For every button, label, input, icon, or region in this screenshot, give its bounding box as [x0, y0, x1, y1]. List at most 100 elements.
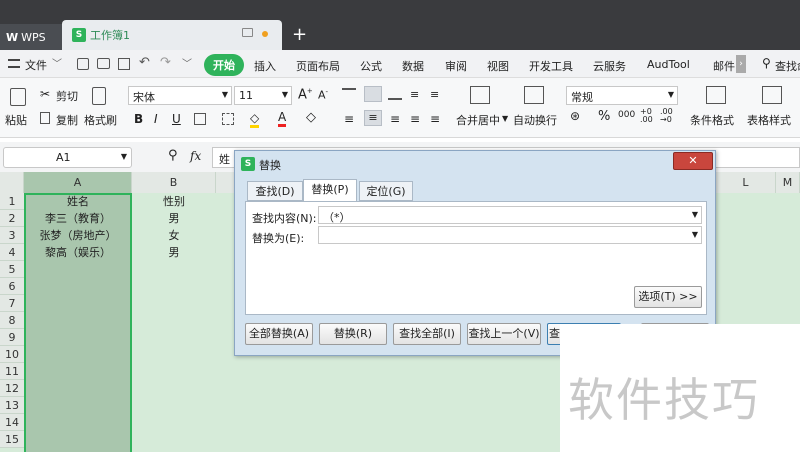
conditional-format-icon[interactable]: [706, 86, 726, 104]
align-bottom-icon[interactable]: [388, 88, 402, 100]
paste-icon[interactable]: [10, 88, 26, 106]
cell-a3[interactable]: 张梦（房地产）: [24, 227, 132, 244]
select-all-corner[interactable]: [0, 172, 24, 193]
align-top-icon[interactable]: [342, 88, 356, 100]
row-header[interactable]: 1: [0, 193, 24, 210]
font-size-select[interactable]: 11 ▼: [234, 86, 292, 105]
copy-button[interactable]: 复制: [56, 112, 78, 128]
font-color-icon[interactable]: A: [278, 110, 287, 127]
tab-goto[interactable]: 定位(G): [359, 181, 413, 201]
underline-icon[interactable]: U: [172, 112, 181, 126]
replace-button[interactable]: 替换(R): [319, 323, 387, 345]
menu-developer[interactable]: 开发工具: [529, 58, 573, 74]
zoom-icon[interactable]: ⚲: [168, 148, 178, 163]
tab-workbook[interactable]: S 工作簿1: [62, 20, 282, 50]
quick-access-chevron-icon[interactable]: ﹀: [182, 55, 192, 70]
wrap-text-button[interactable]: 自动换行: [513, 112, 557, 128]
column-header-m[interactable]: M: [776, 172, 800, 193]
row-header[interactable]: 14: [0, 414, 24, 431]
undo-icon[interactable]: ↶: [139, 55, 150, 70]
find-all-button[interactable]: 查找全部(I): [393, 323, 461, 345]
replace-input[interactable]: ▼: [318, 226, 702, 244]
dialog-close-button[interactable]: ✕: [673, 152, 713, 170]
copy-icon[interactable]: [40, 112, 50, 124]
column-header-a[interactable]: A: [24, 172, 132, 193]
cell-style-icon[interactable]: [222, 113, 234, 125]
thousands-icon[interactable]: 000: [618, 110, 635, 120]
clear-icon[interactable]: ◇: [306, 110, 316, 125]
cell-b3[interactable]: 女: [132, 227, 216, 244]
align-left-icon[interactable]: ≡: [344, 112, 354, 126]
distributed-icon[interactable]: ≡: [430, 112, 440, 126]
wrap-text-icon[interactable]: [524, 86, 544, 104]
print-icon[interactable]: [97, 58, 110, 69]
row-header[interactable]: 11: [0, 363, 24, 380]
cell-a4[interactable]: 黎高（娱乐）: [24, 244, 132, 261]
menu-formula[interactable]: 公式: [360, 58, 382, 74]
italic-icon[interactable]: I: [154, 112, 158, 126]
row-header[interactable]: 2: [0, 210, 24, 227]
align-middle-icon[interactable]: [364, 86, 382, 102]
merge-center-button[interactable]: 合并居中: [456, 112, 500, 128]
row-header[interactable]: 6: [0, 278, 24, 295]
percent-icon[interactable]: %: [598, 109, 610, 124]
file-menu[interactable]: 文件: [25, 57, 47, 73]
paste-button[interactable]: 粘贴: [5, 112, 27, 128]
menu-audtool[interactable]: AudTool: [647, 58, 690, 71]
tab-find[interactable]: 查找(D): [247, 181, 303, 201]
align-right-icon[interactable]: ≡: [390, 112, 400, 126]
border-icon[interactable]: [194, 113, 206, 125]
decrease-decimal-icon[interactable]: .00 →0: [660, 108, 673, 124]
cell-b4[interactable]: 男: [132, 244, 216, 261]
row-header[interactable]: 15: [0, 431, 24, 448]
new-tab-button[interactable]: +: [292, 24, 307, 45]
table-style-button[interactable]: 表格样式: [747, 112, 791, 128]
justify-icon[interactable]: ≡: [410, 112, 420, 126]
outdent-icon[interactable]: ≡: [430, 88, 439, 101]
options-button[interactable]: 选项(T) >>: [634, 286, 702, 308]
increase-decimal-icon[interactable]: +0.00: [640, 108, 653, 124]
row-header[interactable]: 7: [0, 295, 24, 312]
menu-page-layout[interactable]: 页面布局: [296, 58, 340, 74]
tab-replace[interactable]: 替换(P): [303, 179, 357, 202]
fx-icon[interactable]: fx: [190, 149, 201, 163]
decrease-font-icon[interactable]: A-: [318, 88, 328, 102]
save-icon[interactable]: [77, 58, 89, 70]
find-previous-button[interactable]: 查找上一个(V): [467, 323, 541, 345]
menu-review[interactable]: 审阅: [445, 58, 467, 74]
scroll-right-icon[interactable]: ›: [736, 55, 746, 73]
column-header-l[interactable]: L: [716, 172, 776, 193]
align-center-icon[interactable]: ≡: [364, 110, 382, 126]
tab-wps[interactable]: W WPS: [0, 24, 62, 50]
monitor-icon[interactable]: [242, 28, 253, 37]
chevron-down-icon[interactable]: ▼: [502, 114, 508, 123]
scissors-icon[interactable]: ✂: [40, 87, 50, 101]
column-header-b[interactable]: B: [132, 172, 216, 193]
menu-data[interactable]: 数据: [402, 58, 424, 74]
format-painter-button[interactable]: 格式刷: [84, 112, 117, 128]
merge-center-icon[interactable]: [470, 86, 490, 104]
search-command[interactable]: 查找命: [775, 58, 800, 74]
menu-cloud[interactable]: 云服务: [593, 58, 626, 74]
fill-color-icon[interactable]: ◇: [250, 111, 260, 128]
menu-insert[interactable]: 插入: [254, 58, 276, 74]
row-header[interactable]: 8: [0, 312, 24, 329]
replace-all-button[interactable]: 全部替换(A): [245, 323, 313, 345]
currency-icon[interactable]: ⊛: [570, 109, 580, 123]
bold-icon[interactable]: B: [134, 112, 143, 126]
menu-start[interactable]: 开始: [204, 54, 244, 76]
row-header[interactable]: 9: [0, 329, 24, 346]
name-box[interactable]: A1 ▼: [3, 147, 132, 168]
indent-icon[interactable]: ≡: [410, 88, 419, 101]
hamburger-icon[interactable]: [8, 59, 20, 68]
font-name-select[interactable]: 宋体 ▼: [128, 86, 232, 105]
row-header[interactable]: 3: [0, 227, 24, 244]
search-icon[interactable]: ⚲: [762, 56, 771, 70]
cell-a1[interactable]: 姓名: [24, 193, 132, 210]
cell-b2[interactable]: 男: [132, 210, 216, 227]
print-preview-icon[interactable]: [118, 58, 130, 70]
row-header[interactable]: 10: [0, 346, 24, 363]
find-input[interactable]: （*） ▼: [318, 206, 702, 224]
cut-button[interactable]: 剪切: [56, 88, 78, 104]
number-format-select[interactable]: 常规 ▼: [566, 86, 678, 105]
